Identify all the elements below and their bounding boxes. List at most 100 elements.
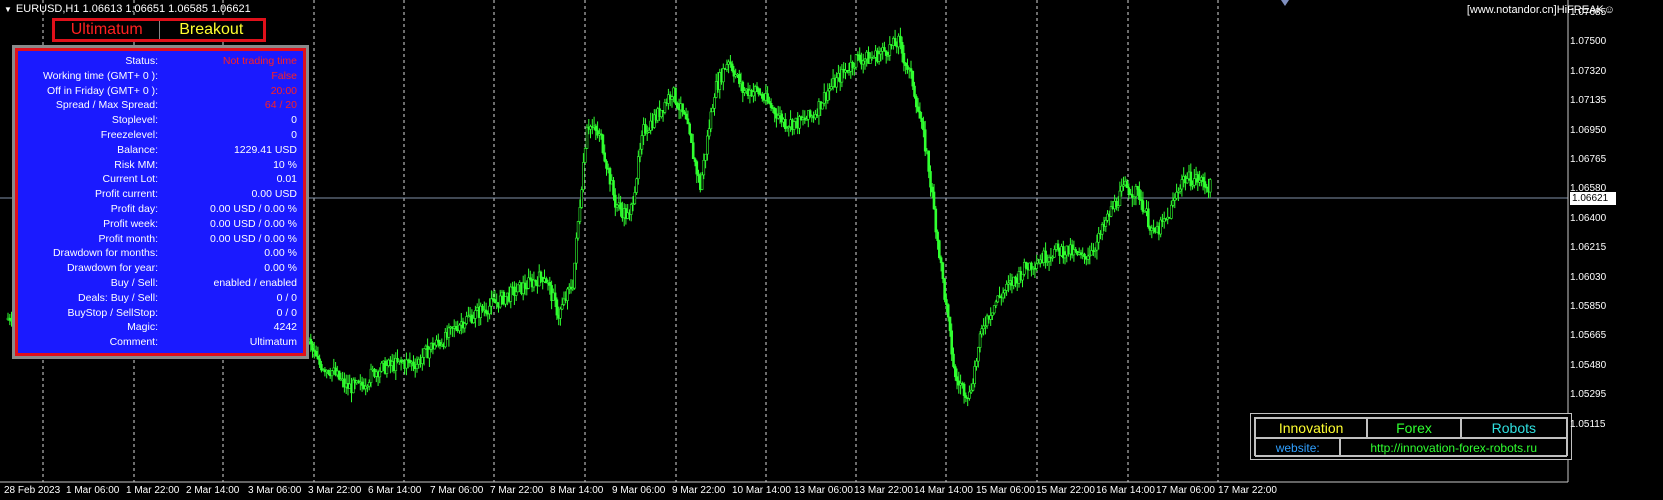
candle-body <box>888 44 892 56</box>
candle-body <box>688 123 692 135</box>
candle-body <box>707 128 711 137</box>
status-label: Risk MM: <box>114 158 158 171</box>
candle-body <box>1175 192 1178 199</box>
status-value: 10 % <box>273 158 297 171</box>
candle-body <box>953 366 957 378</box>
status-row: Risk MM: 10 % <box>18 159 303 174</box>
candle-body <box>893 38 897 46</box>
tab-breakout[interactable]: Breakout <box>158 21 264 39</box>
collapse-triangle-icon[interactable]: ▼ <box>4 5 12 14</box>
time-tick-label: 3 Mar 22:00 <box>308 485 362 496</box>
candle-body <box>911 71 915 87</box>
price-tick-label: 1.05665 <box>1570 330 1607 342</box>
candle-body <box>766 93 769 102</box>
candle-body <box>575 237 578 264</box>
status-row: Deals: Buy / Sell: 0 / 0 <box>18 292 303 307</box>
candle-body <box>690 133 693 143</box>
status-value: 4242 <box>273 321 297 334</box>
candle-body <box>615 204 619 208</box>
price-tick-label: 1.06950 <box>1570 124 1607 136</box>
time-tick-label: 10 Mar 14:00 <box>732 485 791 496</box>
candle-body <box>578 207 582 222</box>
candle-body <box>835 77 838 88</box>
candle-body <box>776 115 780 119</box>
candle-body <box>1083 253 1086 258</box>
candle-body <box>640 135 644 150</box>
status-label: Profit week: <box>103 217 158 230</box>
candle-body <box>757 88 761 95</box>
status-label: Deals: Buy / Sell: <box>78 291 158 304</box>
status-label: Drawdown for year: <box>66 262 158 275</box>
status-label: Buy / Sell: <box>110 276 158 289</box>
candle-body <box>713 97 716 109</box>
candle-body <box>829 86 833 90</box>
candle-body <box>773 108 777 115</box>
time-tick-label: 28 Feb 2023 <box>4 485 61 496</box>
candle-body <box>681 103 684 113</box>
candle-body <box>691 142 695 159</box>
status-label: Stoplevel: <box>111 114 158 127</box>
candle-body <box>752 91 755 97</box>
candle-body <box>863 58 867 62</box>
period-marker-icon <box>1281 0 1289 6</box>
candle-body <box>884 50 888 56</box>
chart-symbol-line: ▼ EURUSD,H1 1.06613 1.06651 1.06585 1.066… <box>4 3 251 15</box>
candle-body <box>769 103 773 108</box>
candle-body <box>573 262 576 289</box>
candle-body <box>498 295 502 308</box>
status-row: Profit week: 0.00 USD / 0.00 % <box>18 218 303 233</box>
candle-body <box>913 85 916 97</box>
candle-body <box>378 370 382 378</box>
time-tick-label: 1 Mar 06:00 <box>66 485 120 496</box>
candle-body <box>973 366 977 384</box>
tab-ultimatum[interactable]: Ultimatum <box>55 21 159 39</box>
candle-body <box>555 299 559 316</box>
candle-body <box>976 347 980 362</box>
candle-body <box>826 90 830 101</box>
candle-body <box>612 180 615 196</box>
status-value: 0.00 % <box>264 247 297 260</box>
candle-body <box>994 301 998 306</box>
candle-body <box>939 257 943 264</box>
candle-body <box>709 111 713 130</box>
candle-body <box>1063 254 1067 259</box>
time-tick-label: 13 Mar 22:00 <box>854 485 913 496</box>
status-label: Profit month: <box>98 232 158 245</box>
candle-body <box>1053 249 1056 258</box>
status-value: Ultimatum <box>249 336 297 349</box>
price-tick-label: 1.06215 <box>1570 242 1607 254</box>
status-value: 0.00 % <box>264 262 297 275</box>
candle-body <box>991 312 994 316</box>
candle-body <box>1005 283 1008 291</box>
candle-body <box>1095 241 1099 251</box>
candle-body <box>548 281 552 286</box>
candle-body <box>1138 189 1141 200</box>
candle-body <box>914 96 918 108</box>
candle-body <box>582 162 585 190</box>
candle-body <box>1201 177 1205 182</box>
candle-body <box>463 323 467 329</box>
candle-body <box>950 330 954 355</box>
price-tick-label: 1.05850 <box>1570 301 1607 312</box>
candle-body <box>580 189 584 208</box>
status-label: Status: <box>125 55 158 67</box>
candle-body <box>1189 171 1193 187</box>
candle-body <box>509 286 513 302</box>
candle-body <box>980 328 984 335</box>
candle-body <box>706 135 709 155</box>
candle-body <box>1193 178 1196 186</box>
candle-body <box>422 348 426 358</box>
candle-body <box>932 191 936 210</box>
time-tick-label: 2 Mar 14:00 <box>186 485 240 496</box>
status-value: 0.00 USD / 0.00 % <box>210 217 297 230</box>
website-link[interactable]: http://innovation-forex-robots.ru <box>1340 438 1567 457</box>
candle-body <box>360 381 364 386</box>
status-row: Current Lot: 0.01 <box>18 173 303 188</box>
candle-body <box>937 240 941 259</box>
candle-body <box>1044 250 1047 263</box>
promo-robots: Robots <box>1460 418 1567 438</box>
time-tick-label: 7 Mar 06:00 <box>430 485 484 496</box>
candle-body <box>415 363 419 369</box>
status-row: Profit day: 0.00 USD / 0.00 % <box>18 203 303 218</box>
candle-body <box>930 186 934 193</box>
